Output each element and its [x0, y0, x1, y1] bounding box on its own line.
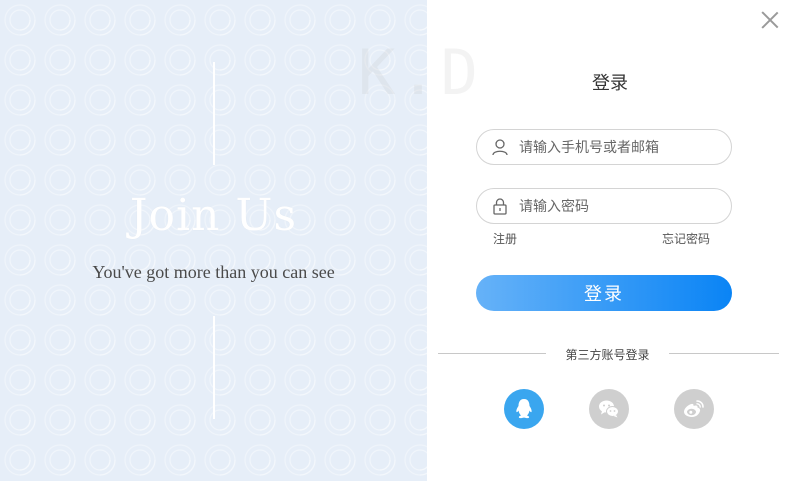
user-icon — [492, 139, 508, 156]
third-party-label: 第三方账号登录 — [565, 348, 650, 362]
weibo-login-button[interactable] — [674, 389, 714, 429]
forgot-password-link[interactable]: 忘记密码 — [662, 230, 710, 247]
lock-icon — [493, 198, 507, 215]
divider-left — [438, 353, 546, 354]
close-icon[interactable] — [758, 8, 782, 32]
qq-login-button[interactable] — [504, 389, 544, 429]
login-button[interactable]: 登录 — [476, 275, 732, 311]
weibo-icon — [684, 400, 704, 417]
wechat-login-button[interactable] — [589, 389, 629, 429]
wechat-icon — [599, 400, 619, 418]
brand-subtitle: You've got more than you can see — [92, 262, 335, 282]
register-link[interactable]: 注册 — [493, 230, 517, 247]
watermark-logo: K.D — [358, 36, 482, 109]
username-field[interactable] — [476, 129, 732, 165]
password-field[interactable] — [476, 188, 732, 224]
login-title: 登录 — [592, 73, 628, 94]
divider-right — [669, 353, 779, 354]
password-input[interactable] — [517, 195, 721, 219]
divider-top — [213, 62, 215, 165]
brand-title: Join Us — [129, 190, 298, 241]
divider-bottom — [213, 316, 215, 419]
qq-icon — [516, 399, 532, 419]
username-input[interactable] — [517, 136, 721, 160]
